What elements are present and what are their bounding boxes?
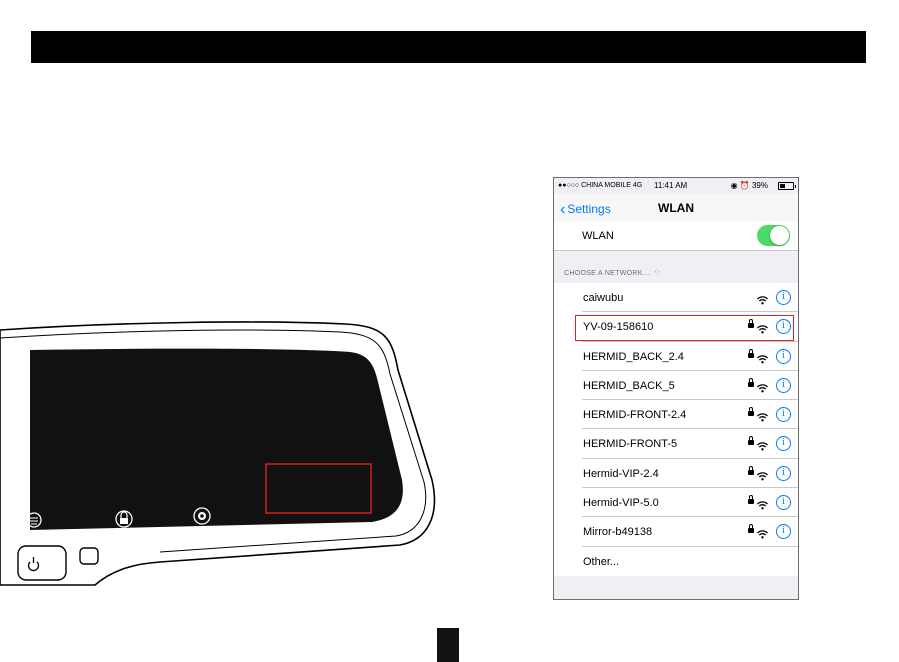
wifi-icon	[757, 438, 768, 451]
lock-icon	[748, 407, 754, 417]
phone-screenshot: ●●○○○ CHINA MOBILE 4G 11:41 AM ◉ ⏰ 39% ‹…	[553, 177, 799, 600]
wifi-icon	[757, 526, 768, 539]
lock-icon	[748, 465, 754, 475]
battery-icon	[778, 182, 796, 190]
network-row[interactable]: HERMID-FRONT-2.4 i	[554, 400, 798, 430]
carrier-label: ●●○○○ CHINA MOBILE 4G	[558, 182, 643, 189]
wifi-icon	[757, 292, 768, 305]
alarm-icon: ⏰	[739, 181, 750, 190]
network-name: Hermid-VIP-5.0	[583, 497, 659, 510]
square-button[interactable]	[79, 547, 99, 565]
info-icon[interactable]: i	[776, 319, 791, 335]
network-name: HERMID-FRONT-2.4	[583, 409, 687, 422]
lock-icon	[748, 436, 754, 446]
wifi-icon	[757, 380, 768, 393]
wifi-icon	[757, 409, 768, 422]
wifi-icon	[757, 468, 768, 481]
info-icon[interactable]: i	[776, 465, 791, 481]
section-header: CHOOSE A NETWORK... ⁘	[564, 267, 661, 278]
network-name: HERMID-FRONT-5	[583, 438, 678, 451]
network-row[interactable]: Hermid-VIP-2.4 i	[554, 459, 798, 489]
status-bar: ●●○○○ CHINA MOBILE 4G 11:41 AM ◉ ⏰ 39%	[554, 178, 798, 194]
network-row[interactable]: Mirror-b49138 i	[554, 517, 798, 547]
status-time: 11:41 AM	[654, 181, 688, 190]
network-name: Mirror-b49138	[583, 526, 653, 539]
info-icon[interactable]: i	[776, 436, 791, 452]
network-name: HERMID_BACK_2.4	[583, 350, 684, 363]
network-row[interactable]: HERMID_BACK_2.4 i	[554, 342, 798, 371]
network-row[interactable]: HERMID_BACK_5 i	[554, 371, 798, 401]
info-icon[interactable]: i	[776, 524, 791, 540]
network-row[interactable]: caiwubu i	[554, 283, 798, 313]
wifi-icon	[757, 351, 768, 364]
network-name: Hermid-VIP-2.4	[583, 467, 659, 480]
wlan-label: WLAN	[582, 230, 614, 242]
info-icon[interactable]: i	[776, 495, 791, 511]
network-name: YV-09-158610	[583, 321, 654, 334]
page-title: WLAN	[658, 201, 694, 215]
page-marker	[437, 628, 459, 662]
wlan-toggle[interactable]	[757, 225, 790, 246]
wlan-toggle-row: WLAN	[554, 222, 798, 251]
network-row[interactable]: YV-09-158610 i	[554, 312, 798, 342]
network-name: HERMID_BACK_5	[583, 379, 675, 392]
power-button[interactable]	[17, 545, 67, 581]
info-icon[interactable]: i	[776, 290, 791, 305]
lock-icon	[748, 348, 754, 358]
wifi-icon	[757, 497, 768, 510]
status-icons: ◉ ⏰ 39%	[731, 181, 768, 190]
network-row[interactable]: HERMID-FRONT-5 i	[554, 429, 798, 459]
mirror-device-illustration	[0, 321, 436, 586]
network-name: caiwubu	[583, 292, 624, 304]
lock-icon	[748, 319, 754, 329]
lock-icon	[748, 524, 754, 534]
network-name: Other...	[583, 555, 620, 568]
info-icon[interactable]: i	[776, 407, 791, 423]
header-bar	[31, 31, 866, 63]
lock-icon	[748, 495, 754, 505]
network-row[interactable]: Hermid-VIP-5.0 i	[554, 488, 798, 518]
network-list: caiwubu i YV-09-158610 i HERMID_BACK_2.4 i HER…	[554, 283, 798, 576]
info-icon[interactable]: i	[776, 348, 791, 364]
wifi-icon	[757, 321, 768, 334]
lock-icon	[748, 377, 754, 387]
network-row-other[interactable]: Other...	[554, 547, 798, 576]
info-icon[interactable]: i	[776, 377, 791, 393]
navigation-bar: ‹ Settings WLAN	[554, 194, 798, 223]
spinner-icon: ⁘	[653, 267, 662, 277]
orientation-lock-icon: ◉	[730, 181, 738, 190]
mirror-screen	[30, 348, 403, 530]
section-header-label: CHOOSE A NETWORK...	[564, 270, 650, 277]
battery-percent: 39%	[751, 181, 768, 190]
